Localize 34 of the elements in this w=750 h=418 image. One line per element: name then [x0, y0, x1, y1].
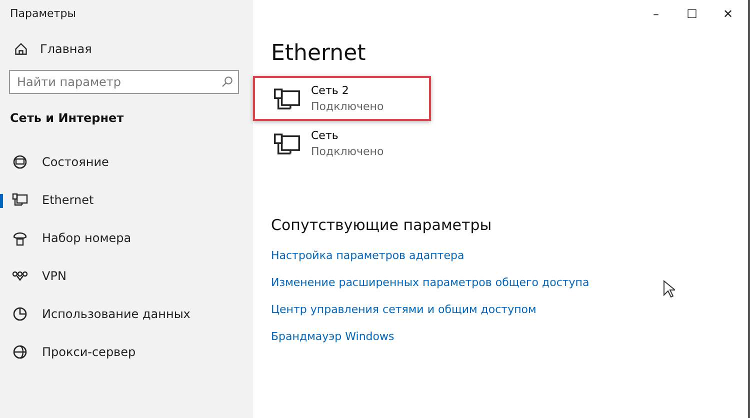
- home-link[interactable]: Главная: [14, 42, 253, 56]
- search-field[interactable]: Найти параметр: [9, 70, 239, 94]
- settings-link[interactable]: Центр управления сетями и общим доступом: [271, 303, 536, 316]
- nav-item[interactable]: Ethernet: [0, 181, 253, 219]
- nav-item[interactable]: Использование данных: [0, 295, 253, 333]
- network-status: Подключено: [311, 145, 384, 158]
- nav-item[interactable]: Прокси-сервер: [0, 333, 253, 371]
- network-item[interactable]: Сеть Подключено: [253, 121, 431, 166]
- monitor-icon: [273, 130, 301, 156]
- mouse-pointer-icon: [663, 280, 675, 298]
- home-icon: [14, 42, 28, 56]
- nav-item[interactable]: VPN: [0, 257, 253, 295]
- monitor-icon: [12, 192, 28, 208]
- maximize-button[interactable]: ☐: [674, 2, 710, 26]
- section-heading: Сопутствующие параметры: [271, 216, 493, 234]
- page-title: Ethernet: [271, 41, 367, 66]
- network-item[interactable]: Сеть 2 Подключено: [253, 76, 431, 121]
- globe-monitor-icon: [12, 154, 28, 170]
- network-name: Сеть: [311, 129, 340, 142]
- close-button[interactable]: ✕: [710, 2, 746, 26]
- globe-icon: [12, 344, 28, 360]
- settings-link[interactable]: Настройка параметров адаптера: [271, 249, 464, 262]
- network-name: Сеть 2: [311, 84, 350, 97]
- pie-icon: [12, 306, 28, 322]
- nav-item[interactable]: Состояние: [0, 143, 253, 181]
- nav-item[interactable]: Набор номера: [0, 219, 253, 257]
- section-heading: Сеть и Интернет: [10, 111, 125, 125]
- search-icon: [221, 76, 233, 88]
- window-title: Параметры: [9, 6, 77, 22]
- network-status: Подключено: [311, 100, 384, 113]
- settings-link[interactable]: Изменение расширенных параметров общего доступа: [271, 276, 590, 289]
- monitor-icon: [273, 86, 301, 112]
- settings-link[interactable]: Брандмауэр Windows: [271, 330, 394, 343]
- minimize-button[interactable]: –: [638, 2, 674, 26]
